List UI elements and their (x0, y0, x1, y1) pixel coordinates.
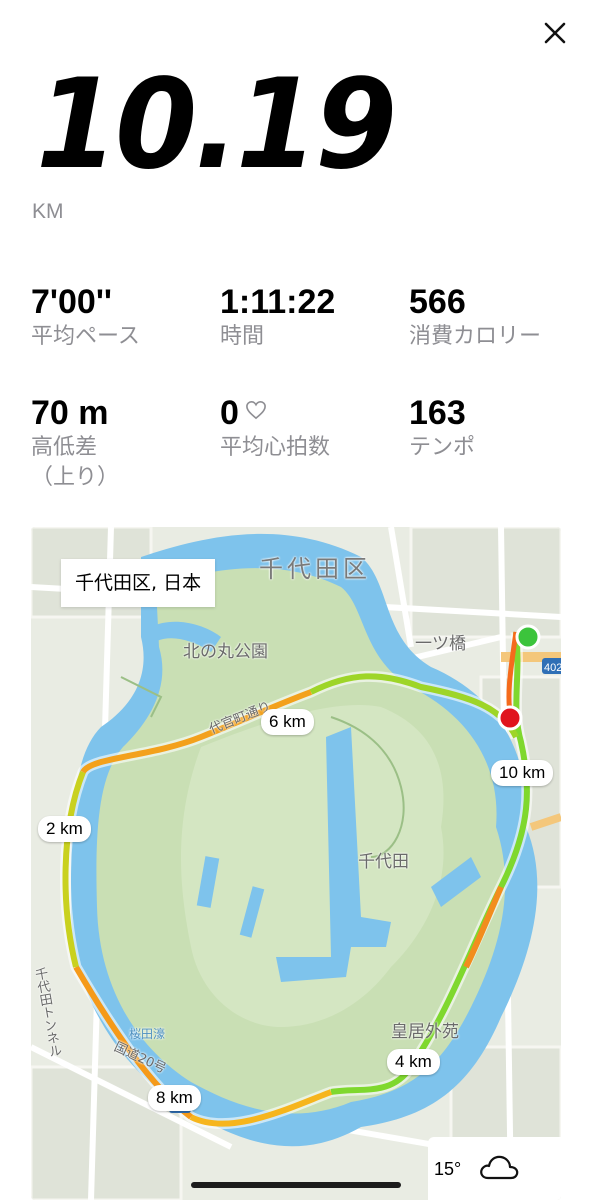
map-label-district: 千代田区 (259, 555, 371, 583)
avg-pace-value: 7'00'' (31, 283, 112, 321)
km-marker-8: 8 km (148, 1085, 201, 1111)
km-marker-10: 10 km (491, 760, 554, 786)
start-marker (515, 624, 541, 650)
heart-rate-value: 0 (220, 394, 239, 432)
stat-heart-rate: 0 平均心拍数 (220, 393, 330, 463)
km-marker-6: 6 km (261, 709, 314, 735)
map-label-kokyo-gaien: 皇居外苑 (391, 1022, 459, 1042)
map-label-park: 北の丸公園 (183, 642, 268, 662)
cadence-value: 163 (409, 394, 466, 432)
avg-pace-label: 平均ペース (31, 324, 140, 349)
duration-value: 1:11:22 (220, 283, 336, 321)
close-icon (544, 22, 566, 44)
close-button[interactable] (538, 16, 572, 50)
end-marker (497, 705, 523, 731)
stat-calories: 566 消費カロリー (409, 282, 541, 352)
home-indicator[interactable] (191, 1182, 401, 1188)
map-label-hitotsubashi: 一ツ橋 (415, 634, 466, 654)
distance-value: 10.19 (36, 51, 397, 197)
heart-rate-label: 平均心拍数 (220, 435, 331, 460)
map-canvas: 402 20 (31, 527, 561, 1200)
stat-elevation: 70 m 高低差 （上り） (31, 393, 119, 493)
location-label: 千代田区, 日本 (61, 559, 216, 607)
calories-label: 消費カロリー (409, 324, 542, 349)
map-label-chiyoda: 千代田 (358, 852, 409, 872)
stat-cadence: 163 テンポ (409, 393, 475, 463)
duration-label: 時間 (220, 324, 265, 349)
km-marker-4: 4 km (387, 1049, 440, 1075)
route-shield-402: 402 (544, 662, 561, 674)
heart-outline-icon (246, 401, 266, 420)
elevation-label: 高低差 （上り） (31, 435, 120, 490)
calories-value: 566 (409, 283, 466, 321)
distance-unit: KM (32, 200, 64, 223)
elevation-value: 70 m (31, 394, 109, 432)
km-marker-2: 2 km (38, 816, 91, 842)
route-map[interactable]: 402 20 千代田区, 日本 千代田区 北の丸公園 一ツ橋 千代田 皇居外苑 … (31, 527, 561, 1200)
weather-widget: 15° (428, 1137, 561, 1200)
cloud-icon (480, 1155, 519, 1180)
stat-avg-pace: 7'00'' 平均ペース (31, 282, 140, 352)
weather-temperature: 15° (434, 1159, 462, 1179)
stat-duration: 1:11:22 時間 (220, 282, 335, 352)
map-label-sakuradabori: 桜田濠 (129, 1027, 166, 1041)
cadence-label: テンポ (409, 435, 476, 460)
